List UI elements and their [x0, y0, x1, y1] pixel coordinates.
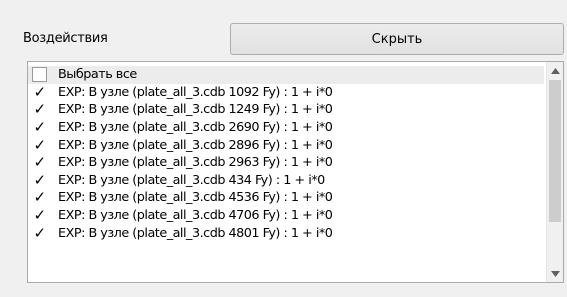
list-item-checkbox[interactable]: ✓: [32, 190, 47, 205]
list-item-label: EXP: В узле (plate_all_3.cdb 1092 Fy) : …: [58, 84, 333, 100]
list-item[interactable]: ✓ EXP: В узле (plate_all_3.cdb 2690 Fy) :…: [28, 119, 544, 137]
select-all-checkbox[interactable]: [32, 67, 47, 83]
scroll-up-arrow-icon[interactable]: [547, 62, 563, 79]
list-item-label: EXP: В узле (plate_all_3.cdb 4801 Fy) : …: [58, 225, 333, 241]
list-item-checkbox[interactable]: ✓: [32, 84, 47, 100]
list-item-label: EXP: В узле (plate_all_3.cdb 434 Fy) : 1…: [58, 172, 325, 188]
list-item-checkbox[interactable]: ✓: [32, 120, 47, 135]
actions-label: Воздействия: [23, 31, 108, 46]
list-item[interactable]: ✓ EXP: В узле (plate_all_3.cdb 2963 Fy) :…: [28, 154, 544, 172]
select-all-item[interactable]: Выбрать все: [28, 66, 544, 84]
list-item-label: EXP: В узле (plate_all_3.cdb 2690 Fy) : …: [58, 120, 333, 136]
list-item-label: EXP: В узле (plate_all_3.cdb 2896 Fy) : …: [58, 137, 333, 153]
list-item-checkbox[interactable]: ✓: [32, 208, 47, 223]
list-item[interactable]: ✓ EXP: В узле (plate_all_3.cdb 4706 Fy) :…: [28, 207, 544, 225]
list-item-checkbox[interactable]: ✓: [32, 137, 47, 153]
list-item[interactable]: ✓ EXP: В узле (plate_all_3.cdb 434 Fy) : …: [28, 172, 544, 190]
list-item[interactable]: ✓ EXP: В узле (plate_all_3.cdb 4536 Fy) :…: [28, 189, 544, 207]
scrollbar-thumb[interactable]: [549, 80, 561, 222]
vertical-scrollbar[interactable]: [546, 62, 563, 282]
list-item-label: EXP: В узле (plate_all_3.cdb 1249 Fy) : …: [58, 102, 333, 118]
list-item-label: EXP: В узле (plate_all_3.cdb 4706 Fy) : …: [58, 208, 333, 224]
select-all-label: Выбрать все: [58, 67, 137, 83]
list-item[interactable]: ✓ EXP: В узле (plate_all_3.cdb 1092 Fy) :…: [28, 84, 544, 102]
actions-listbox[interactable]: Выбрать все ✓ EXP: В узле (plate_all_3.cd…: [27, 61, 564, 283]
list-item-checkbox[interactable]: ✓: [32, 172, 47, 188]
list-item-checkbox[interactable]: ✓: [32, 102, 47, 117]
list-item-label: EXP: В узле (plate_all_3.cdb 4536 Fy) : …: [58, 190, 333, 206]
list-item-checkbox[interactable]: ✓: [32, 155, 47, 170]
list-item-checkbox[interactable]: ✓: [32, 225, 47, 241]
list-item-label: EXP: В узле (plate_all_3.cdb 2963 Fy) : …: [58, 155, 333, 171]
scroll-down-arrow-icon[interactable]: [547, 265, 563, 282]
list-item[interactable]: ✓ EXP: В узле (plate_all_3.cdb 2896 Fy) :…: [28, 136, 544, 154]
actions-panel: Воздействия Скрыть Выбрать все ✓ EXP: В у…: [17, 0, 567, 297]
list-item[interactable]: ✓ EXP: В узле (plate_all_3.cdb 1249 Fy) :…: [28, 101, 544, 119]
hide-button[interactable]: Скрыть: [230, 23, 564, 55]
actions-list: Выбрать все ✓ EXP: В узле (plate_all_3.cd…: [28, 66, 544, 242]
list-item[interactable]: ✓ EXP: В узле (plate_all_3.cdb 4801 Fy) :…: [28, 224, 544, 242]
